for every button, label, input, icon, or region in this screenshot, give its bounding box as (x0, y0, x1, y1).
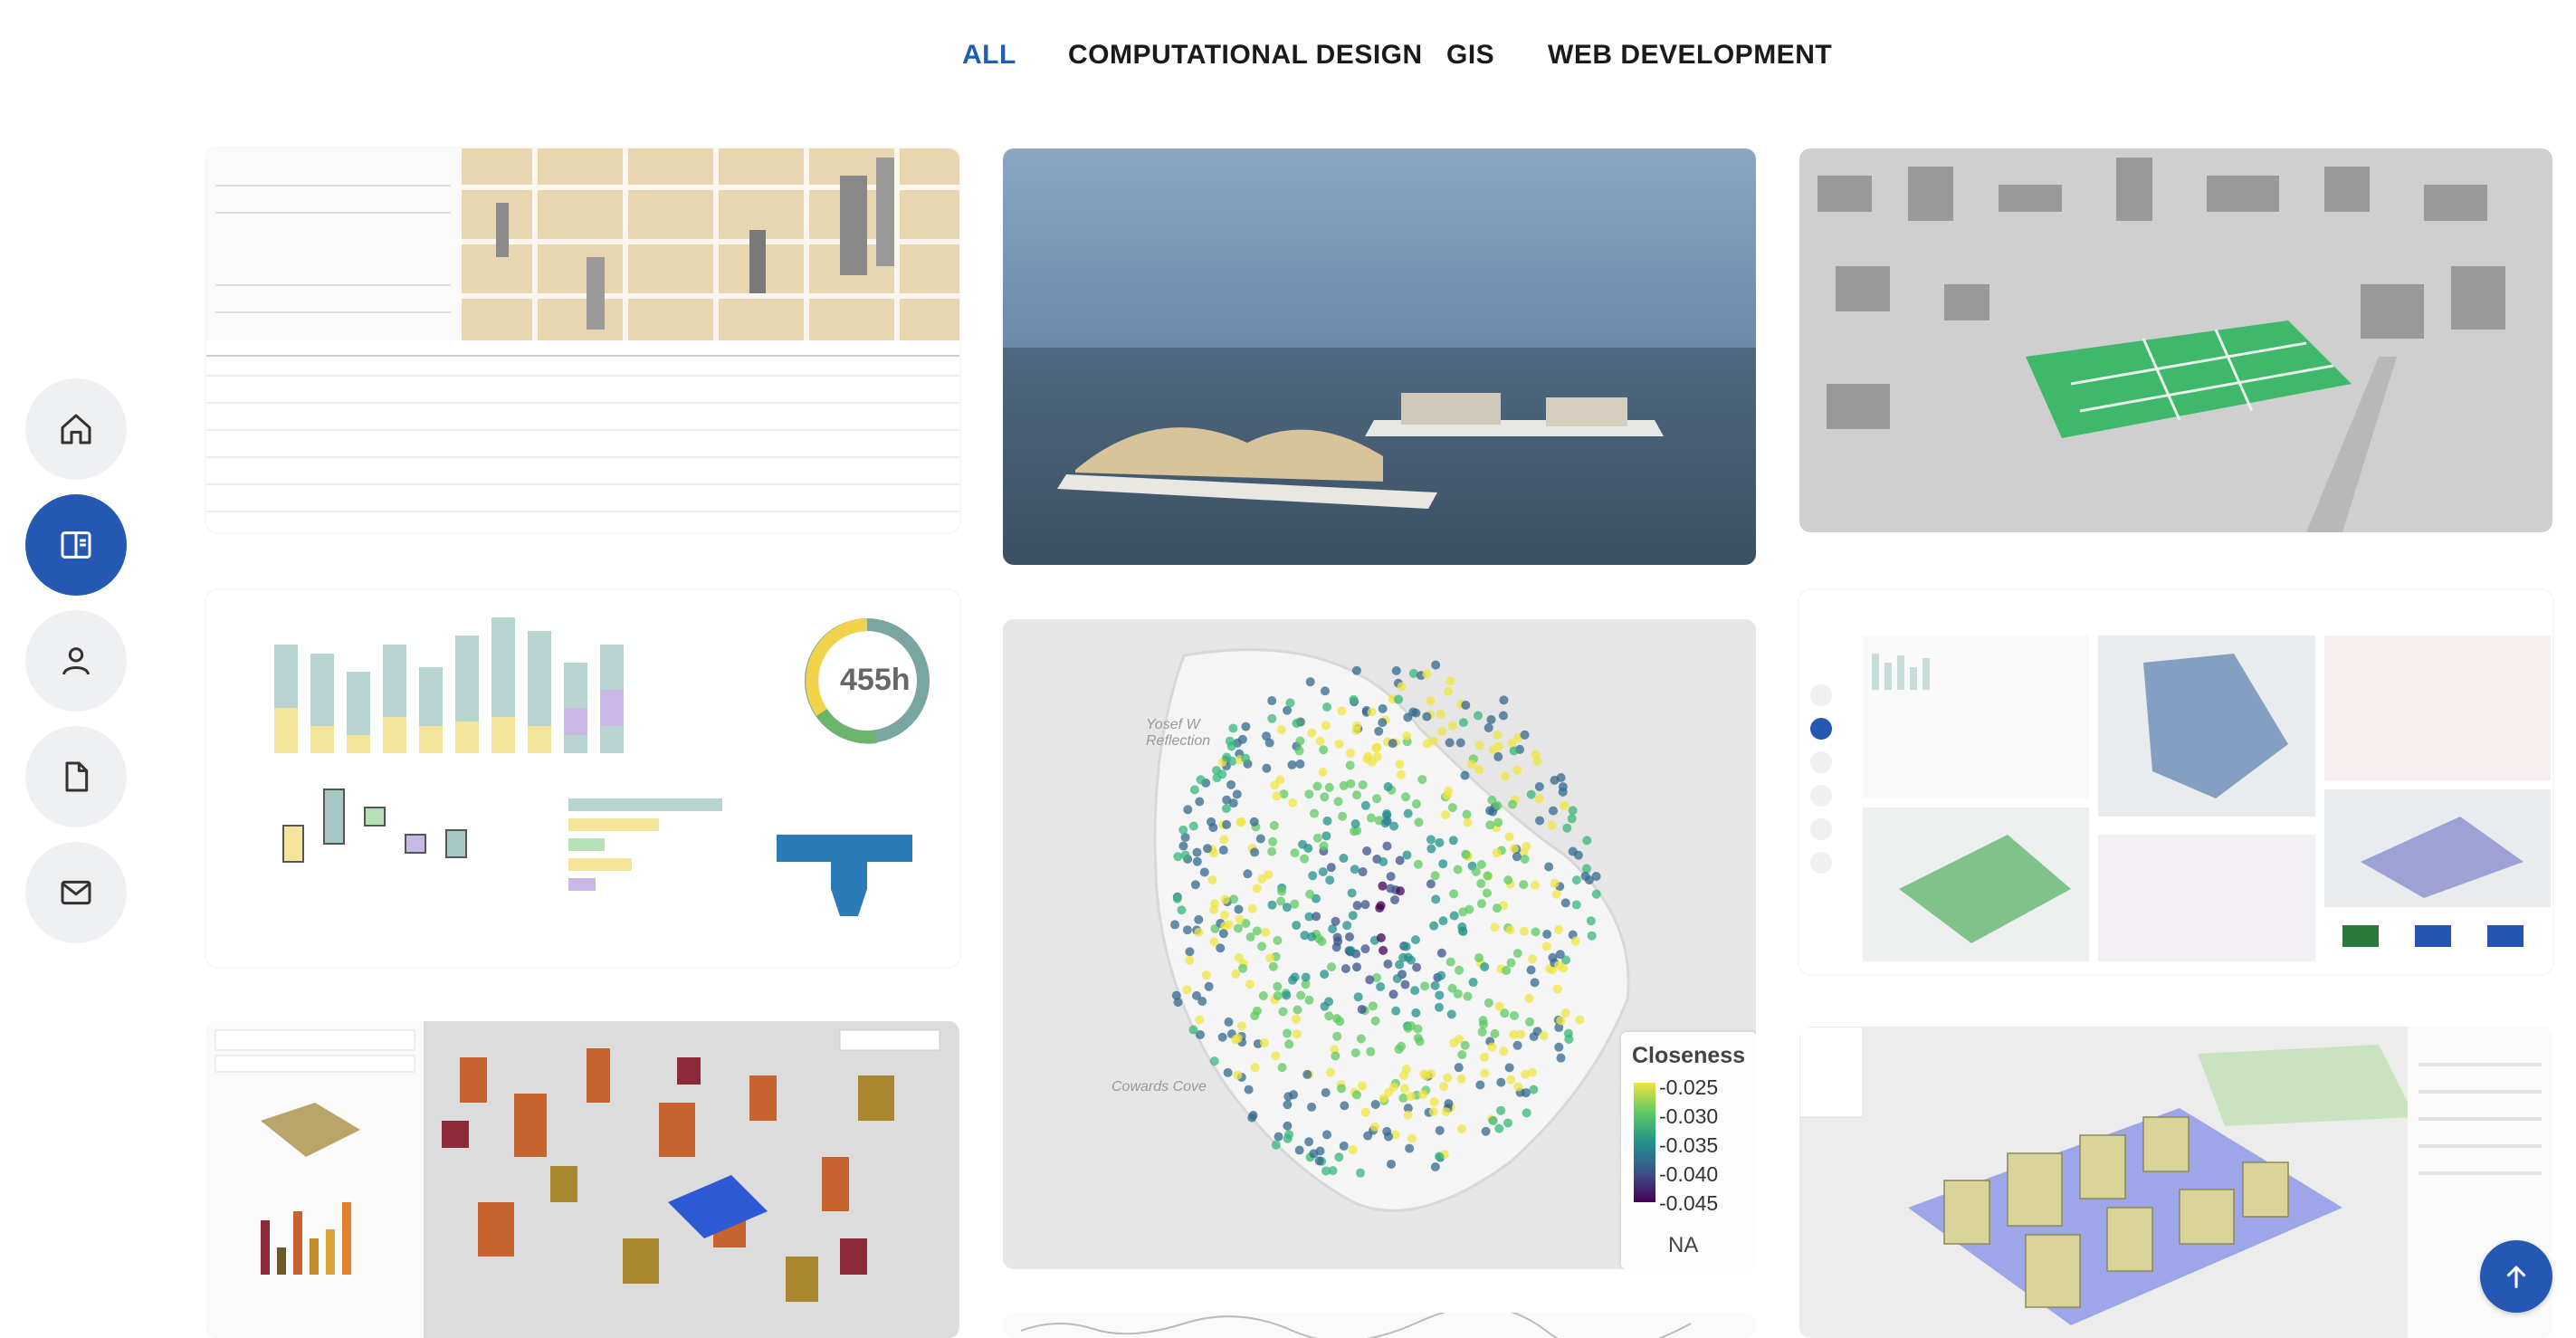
legend-na-label: NA (1668, 1233, 1699, 1257)
zoning-massing-image (206, 1021, 959, 1338)
portfolio-icon (61, 531, 91, 559)
legend-tick: -0.035 (1659, 1133, 1719, 1157)
project-tile-real-estate-dashboard[interactable] (206, 148, 959, 532)
filter-gis[interactable]: GIS (1446, 40, 1494, 71)
donut-total-label: 455h (840, 663, 911, 697)
map-label-reflection: Yosef W Reflection (1146, 717, 1211, 749)
time-tracking-dashboard-image (274, 617, 930, 916)
legend-tick: -0.045 (1659, 1191, 1719, 1215)
resume-button[interactable] (25, 726, 127, 827)
portfolio-preview-image (1810, 636, 2551, 961)
portfolio-button[interactable] (25, 494, 127, 596)
filter-all[interactable]: ALL (962, 40, 1016, 71)
legend-tick: -0.025 (1659, 1075, 1719, 1099)
legend-color-scale (1634, 1083, 1655, 1202)
floating-architecture-image (1003, 148, 1756, 565)
category-filter-nav: ALL COMPUTATIONAL DESIGN GIS WEB DEVELOP… (0, 0, 2576, 118)
filter-computational-design[interactable]: COMPUTATIONAL DESIGN (1068, 40, 1423, 71)
mail-icon (61, 880, 91, 905)
legend-title: Closeness (1632, 1043, 1746, 1068)
closeness-legend: Closeness -0.025 -0.030 -0.035 -0.040 -0… (1621, 1032, 1756, 1269)
project-tile-time-tracking-dashboard[interactable]: 455h (206, 590, 959, 967)
filter-web-development[interactable]: WEB DEVELOPMENT (1548, 40, 1832, 71)
project-tile-closeness-map[interactable]: Yosef W Reflection Cowards Cove Closenes… (1003, 619, 1756, 1269)
about-button[interactable] (25, 610, 127, 712)
home-icon (61, 414, 91, 444)
project-tile-residential-massing[interactable] (1799, 1027, 2552, 1338)
project-tile-portfolio-preview[interactable] (1799, 590, 2552, 974)
map-label-cove: Cowards Cove (1111, 1079, 1207, 1094)
next-row-image (1020, 1313, 1692, 1338)
project-tile-zoning-massing[interactable] (206, 1021, 959, 1338)
arrow-up-icon (2506, 1266, 2526, 1288)
3d-city-parcels-image (1799, 148, 2552, 532)
legend-tick: -0.040 (1659, 1162, 1719, 1186)
contact-button[interactable] (25, 842, 127, 943)
project-tile-next-row[interactable] (1003, 1313, 1756, 1338)
real-estate-dashboard-image (206, 148, 959, 512)
legend-tick: -0.030 (1659, 1104, 1719, 1128)
document-icon (65, 761, 89, 792)
residential-massing-image (1799, 1027, 2552, 1338)
project-tile-3d-city-parcels[interactable] (1799, 148, 2552, 532)
user-icon (62, 647, 90, 675)
scroll-to-top-button[interactable] (2480, 1240, 2552, 1313)
home-button[interactable] (25, 378, 127, 480)
project-tile-floating-architecture[interactable] (1003, 148, 1756, 565)
